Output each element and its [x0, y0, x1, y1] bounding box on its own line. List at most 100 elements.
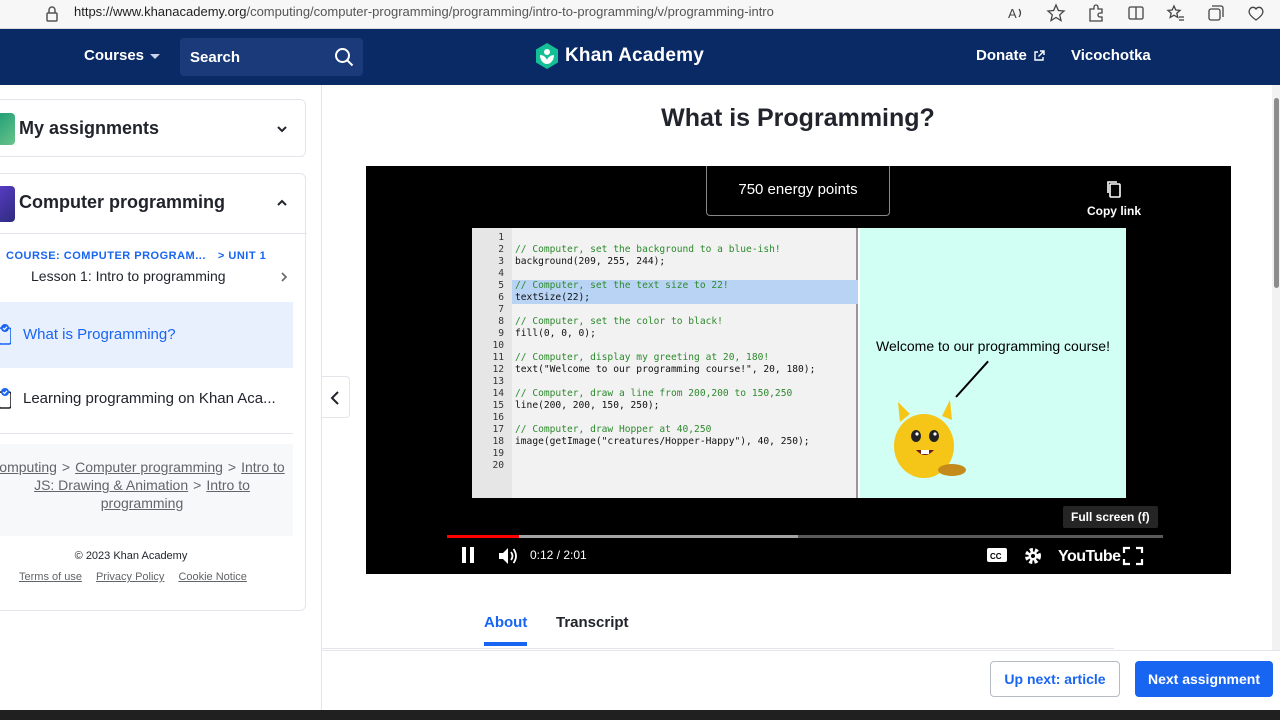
course-label: COURSE: COMPUTER PROGRAM...	[6, 250, 206, 262]
khan-academy-logo[interactable]: Khan Academy	[535, 43, 704, 69]
browser-essentials-icon[interactable]	[1246, 3, 1266, 23]
svg-text:CC: CC	[990, 552, 1002, 561]
line-number: 16	[492, 412, 504, 423]
line-number: 6	[498, 292, 504, 303]
split-screen-icon[interactable]	[1126, 3, 1146, 23]
computer-programming-card: Computer programming COURSE: COMPUTER PR…	[0, 173, 307, 611]
line-number: 15	[492, 400, 504, 411]
breadcrumb-computing[interactable]: omputing	[0, 459, 57, 475]
captions-icon[interactable]: CC	[986, 546, 1008, 564]
course-title: Computer programming	[19, 192, 226, 212]
site-header: Courses Khan Academy Donate Vicochotka	[0, 29, 1280, 85]
search-box[interactable]	[180, 38, 363, 76]
copy-link-button[interactable]: Copy link	[1084, 180, 1144, 218]
chevron-up-icon[interactable]	[275, 196, 289, 210]
breadcrumb-text: omputing > Computer programming > Intro to J…	[0, 458, 293, 512]
code-text: line(200, 200, 150, 250);	[515, 400, 660, 411]
code-text: // Computer, draw a line from 200,200 to…	[515, 388, 793, 399]
collapse-sidebar-button[interactable]	[322, 376, 350, 418]
lock-icon[interactable]	[44, 4, 60, 24]
tab-about[interactable]: About	[484, 614, 527, 631]
donate-label: Donate	[976, 47, 1027, 64]
breadcrumb-computer-programming[interactable]: Computer programming	[75, 459, 223, 475]
output-line	[955, 360, 989, 398]
page-title: What is Programming?	[661, 104, 935, 132]
terms-of-use-link[interactable]: Terms of use	[19, 571, 82, 583]
favorite-star-icon[interactable]	[1046, 3, 1066, 23]
extensions-icon[interactable]	[1086, 3, 1106, 23]
breadcrumb-separator: >	[193, 477, 202, 493]
course-header[interactable]: Computer programming	[0, 174, 307, 234]
line-number: 1	[498, 232, 504, 243]
tabs-divider	[322, 648, 1114, 649]
footer-links: Terms of use Privacy Policy Cookie Notic…	[19, 571, 247, 583]
os-taskbar	[0, 710, 1280, 720]
article-check-icon	[0, 388, 11, 409]
gear-icon[interactable]	[1023, 546, 1043, 566]
code-text: fill(0, 0, 0);	[515, 328, 596, 339]
donate-link[interactable]: Donate	[976, 47, 1045, 64]
breadcrumb: omputing > Computer programming > Intro to J…	[0, 444, 293, 536]
tab-transcript[interactable]: Transcript	[556, 614, 629, 631]
code-text: background(209, 255, 244);	[515, 256, 666, 267]
line-number: 17	[492, 424, 504, 435]
copy-icon	[1107, 181, 1121, 198]
youtube-logo[interactable]: YouTube	[1058, 548, 1121, 566]
fullscreen-icon[interactable]	[1122, 546, 1144, 566]
course-unit-crumb[interactable]: COURSE: COMPUTER PROGRAM... > UNIT 1	[6, 250, 266, 262]
favorites-icon[interactable]	[1166, 3, 1186, 23]
sidebar-item-label: Learning programming on Khan Aca...	[23, 390, 276, 407]
volume-icon[interactable]	[497, 546, 519, 566]
read-aloud-icon[interactable]: A	[1006, 3, 1026, 23]
address-url[interactable]: https://www.khanacademy.org/computing/co…	[74, 4, 774, 20]
fullscreen-tooltip: Full screen (f)	[1063, 506, 1158, 528]
my-assignments-card[interactable]: My assignments	[0, 99, 306, 157]
video-player[interactable]: 750 energy points Copy link 1 2 // Compute…	[366, 166, 1231, 574]
active-tab-indicator	[484, 642, 527, 646]
line-number: 19	[492, 448, 504, 459]
hopper-character-icon	[894, 400, 966, 478]
video-progress-bar[interactable]	[447, 535, 1163, 538]
logo-text: Khan Academy	[565, 45, 704, 66]
chevron-right-icon[interactable]	[277, 270, 291, 284]
search-input[interactable]	[190, 46, 330, 68]
khan-leaf-icon	[536, 43, 558, 69]
user-menu[interactable]: Vicochotka	[1071, 47, 1151, 64]
code-editor-panel: 1 2 // Computer, set the background to a b…	[472, 228, 858, 498]
scrollbar-thumb[interactable]	[1274, 98, 1279, 288]
sidebar-item-what-is-programming[interactable]: What is Programming?	[0, 302, 293, 368]
line-number: 4	[498, 268, 504, 279]
program-output-panel: Welcome to our programming course!	[860, 228, 1126, 498]
lesson-title[interactable]: Lesson 1: Intro to programming	[31, 268, 226, 284]
up-next-article-button[interactable]: Up next: article	[990, 661, 1120, 697]
search-icon[interactable]	[334, 47, 354, 67]
assignments-title: My assignments	[19, 118, 160, 138]
video-check-icon	[0, 324, 11, 345]
line-number: 9	[498, 328, 504, 339]
video-time: 0:12 / 2:01	[530, 548, 587, 562]
next-assignment-button[interactable]: Next assignment	[1135, 661, 1273, 697]
line-number: 18	[492, 436, 504, 447]
line-number: 20	[492, 460, 504, 471]
output-greeting-text: Welcome to our programming course!	[876, 338, 1110, 354]
privacy-policy-link[interactable]: Privacy Policy	[96, 571, 164, 583]
courses-menu-button[interactable]: Courses	[84, 47, 161, 64]
breadcrumb-separator: >	[227, 459, 237, 475]
sidebar-item-label: What is Programming?	[23, 326, 176, 343]
cookie-notice-link[interactable]: Cookie Notice	[178, 571, 246, 583]
chevron-down-icon[interactable]	[275, 122, 289, 136]
code-text: // Computer, display my greeting at 20, …	[515, 352, 770, 363]
line-number: 7	[498, 304, 504, 315]
pause-icon[interactable]	[460, 546, 476, 564]
code-text: // Computer, set the color to black!	[515, 316, 723, 327]
line-number: 8	[498, 316, 504, 327]
breadcrumb-separator: >	[61, 459, 71, 475]
code-text: // Computer, draw Hopper at 40,250	[515, 424, 712, 435]
played-bar	[447, 535, 519, 538]
collections-icon[interactable]	[1206, 3, 1226, 23]
external-link-icon	[1034, 49, 1045, 61]
browser-address-bar: https://www.khanacademy.org/computing/co…	[0, 0, 1280, 29]
line-number: 13	[492, 376, 504, 387]
copy-link-label: Copy link	[1086, 204, 1141, 218]
sidebar-item-learning-programming[interactable]: Learning programming on Khan Aca...	[0, 368, 293, 434]
